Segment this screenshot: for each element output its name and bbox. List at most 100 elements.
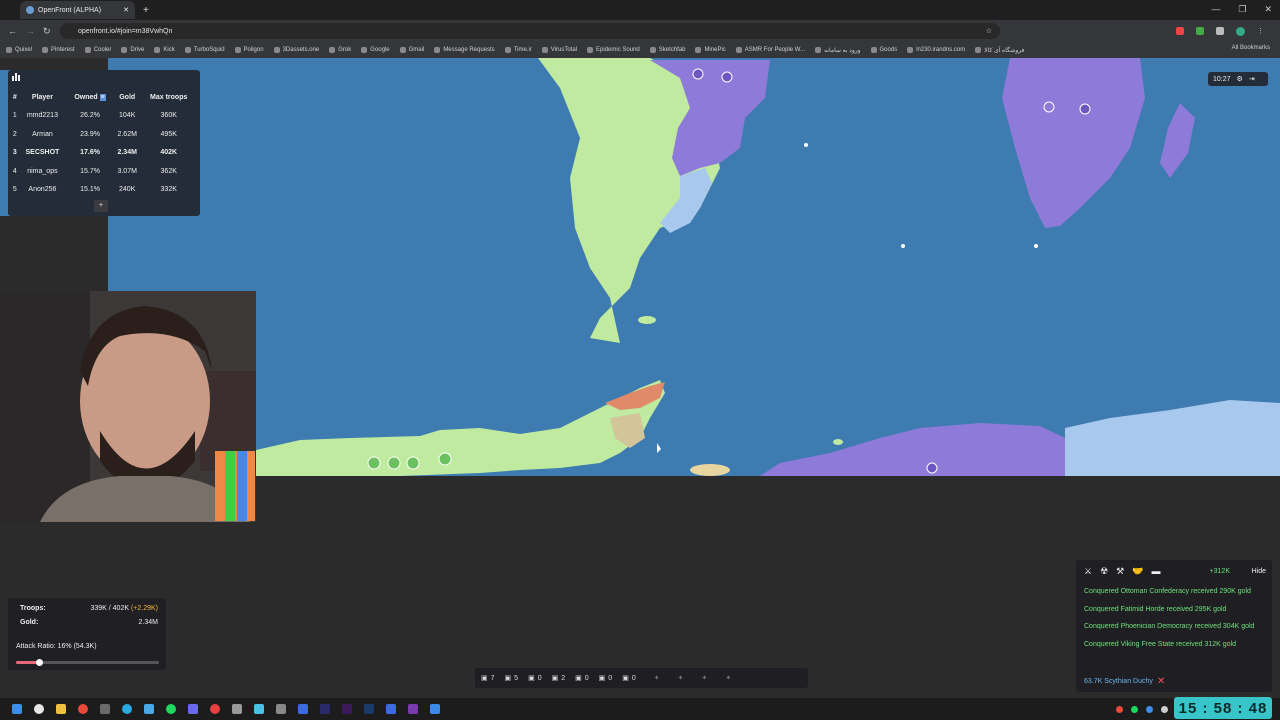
app-icon[interactable]	[144, 704, 154, 714]
app-icon[interactable]	[100, 704, 110, 714]
bookmark-item[interactable]: Drive	[121, 47, 144, 53]
app-icon[interactable]	[298, 704, 308, 714]
build-item[interactable]: ▣ 0	[575, 674, 589, 683]
blender-icon[interactable]	[386, 704, 396, 714]
build-item[interactable]: ▣ 7	[481, 674, 495, 683]
address-bar[interactable]: openfront.io/#join=m38VwhQn ☆	[60, 23, 1000, 39]
chrome-icon[interactable]	[78, 704, 88, 714]
bookmark-item[interactable]: Sketchfab	[649, 47, 686, 53]
hide-button[interactable]: Hide	[1252, 568, 1266, 575]
bookmark-item[interactable]: TurboSquid	[184, 47, 225, 53]
bookmark-item[interactable]: Gmail	[399, 47, 425, 53]
exit-icon[interactable]: ⇥	[1249, 75, 1255, 83]
extension-icon[interactable]	[1196, 26, 1204, 35]
cell-player: nima_ops	[27, 167, 58, 175]
star-icon[interactable]: ☆	[986, 27, 992, 35]
bookmark-item[interactable]: ورود به سامانه	[815, 47, 861, 54]
bar-chart-icon[interactable]	[12, 72, 21, 81]
file-explorer-icon[interactable]	[56, 704, 66, 714]
forward-icon[interactable]: →	[26, 26, 35, 36]
search-icon[interactable]	[34, 704, 44, 714]
hydrogen-bomb-icon[interactable]: ✦	[678, 674, 684, 682]
col-max-troops[interactable]: Max troops	[141, 88, 196, 107]
puzzle-icon[interactable]	[1216, 26, 1224, 35]
build-item[interactable]: ▣ 0	[622, 674, 636, 683]
bookmark-item[interactable]: Epidemic Sound	[587, 47, 640, 53]
tray-icon[interactable]	[1146, 705, 1153, 713]
handshake-icon[interactable]: 🤝	[1132, 566, 1143, 577]
bookmark-item[interactable]: Poligon	[234, 47, 264, 53]
mirv-icon[interactable]: ✦	[701, 674, 707, 682]
cancel-attack-icon[interactable]: ✕	[1157, 676, 1165, 687]
after-effects-icon[interactable]	[320, 704, 330, 714]
cluster-icon[interactable]: ✦	[725, 674, 731, 682]
bookmark-item[interactable]: Cooler	[84, 47, 111, 53]
leaderboard-row[interactable]: 2 Arman 23.9% 2.62M 495K	[12, 125, 196, 144]
bookmark-label: Gmail	[408, 47, 425, 53]
leaderboard-row[interactable]: 4 nima_ops 15.7% 3.07M 362K	[12, 162, 196, 181]
leaderboard-row[interactable]: 5 Anon256 15.1% 240K 332K	[12, 181, 196, 200]
bookmark-item[interactable]: ASMR For People W...	[735, 47, 805, 53]
app-icon[interactable]	[210, 704, 220, 714]
photoshop-icon[interactable]	[364, 704, 374, 714]
bookmark-item[interactable]: Quixel	[6, 47, 32, 53]
sword-icon[interactable]: ⚔	[1084, 566, 1092, 577]
minimize-icon[interactable]: —	[1211, 4, 1220, 15]
bookmark-item[interactable]: Time.ir	[504, 47, 532, 53]
leaderboard-row[interactable]: 3 SECSHOT 17.6% 2.34M 402K	[12, 144, 196, 163]
atom-bomb-icon[interactable]: ✦	[654, 674, 660, 682]
bookmark-icon	[815, 47, 822, 53]
chat-icon[interactable]: ▬	[1151, 566, 1160, 577]
build-item[interactable]: ▣ 5	[505, 674, 519, 683]
spotify-icon[interactable]	[166, 704, 176, 714]
bookmark-item[interactable]: Pinterest	[42, 47, 75, 53]
maximize-icon[interactable]: ❐	[1238, 4, 1246, 15]
bookmark-item[interactable]: ln230.irandns.com	[907, 47, 965, 53]
nuke-icon[interactable]: ☢	[1100, 566, 1108, 577]
bookmark-item[interactable]: Message Requests	[434, 47, 495, 53]
bookmark-item[interactable]: Grok	[329, 47, 351, 53]
bookmark-item[interactable]: Goods	[870, 47, 897, 53]
bookmark-label: Sketchfab	[658, 47, 686, 53]
profile-avatar[interactable]	[1236, 26, 1245, 36]
tray-icon[interactable]	[1116, 705, 1123, 713]
app-icon[interactable]	[408, 704, 418, 714]
build-item[interactable]: ▣ 0	[599, 674, 613, 683]
hammer-icon[interactable]: ⚒	[1116, 566, 1124, 577]
settings-gear-icon[interactable]: ⚙	[1237, 75, 1243, 83]
leaderboard-row[interactable]: 1 mmd2213 26.2% 104K 360K	[12, 107, 196, 126]
close-tab-icon[interactable]: ✕	[123, 6, 129, 14]
all-bookmarks[interactable]: All Bookmarks	[1232, 45, 1270, 51]
attack-ratio-slider[interactable]	[16, 659, 159, 666]
bookmark-item[interactable]: Google	[361, 47, 390, 53]
back-icon[interactable]: ←	[8, 26, 17, 36]
discord-icon[interactable]	[188, 704, 198, 714]
col-owned[interactable]: Owned ≡	[67, 88, 113, 107]
app-icon[interactable]	[254, 704, 264, 714]
app-icon[interactable]	[430, 704, 440, 714]
bookmark-item[interactable]: فروشگاه آی کالا	[975, 47, 1024, 54]
expand-button[interactable]: +	[94, 200, 108, 212]
tab-openfront[interactable]: OpenFront (ALPHA) ✕	[20, 1, 135, 19]
tray-icon[interactable]	[1131, 705, 1138, 713]
telegram-icon[interactable]	[122, 704, 132, 714]
reload-icon[interactable]: ↻	[43, 26, 51, 37]
bookmark-item[interactable]: VirusTotal	[541, 47, 577, 53]
bookmark-item[interactable]: Kick	[154, 47, 175, 53]
menu-icon[interactable]: ⋮	[1257, 27, 1264, 36]
app-icon[interactable]	[232, 704, 242, 714]
bookmark-item[interactable]: 3Dassets.one	[273, 47, 319, 53]
build-item[interactable]: ▣ 0	[528, 674, 542, 683]
premiere-icon[interactable]	[342, 704, 352, 714]
app-icon[interactable]	[276, 704, 286, 714]
windows-start-icon[interactable]	[12, 704, 22, 714]
new-tab-icon[interactable]: +	[143, 5, 149, 16]
event-message: Conquered Viking Free State received 312…	[1084, 640, 1237, 648]
extension-icon[interactable]	[1176, 26, 1184, 35]
col-gold[interactable]: Gold	[113, 88, 141, 107]
close-window-icon[interactable]: ✕	[1264, 4, 1272, 15]
slider-thumb[interactable]	[35, 659, 43, 666]
tray-icon[interactable]	[1161, 705, 1168, 713]
bookmark-item[interactable]: MinePic	[695, 47, 726, 53]
build-item[interactable]: ▣ 2	[552, 674, 566, 683]
